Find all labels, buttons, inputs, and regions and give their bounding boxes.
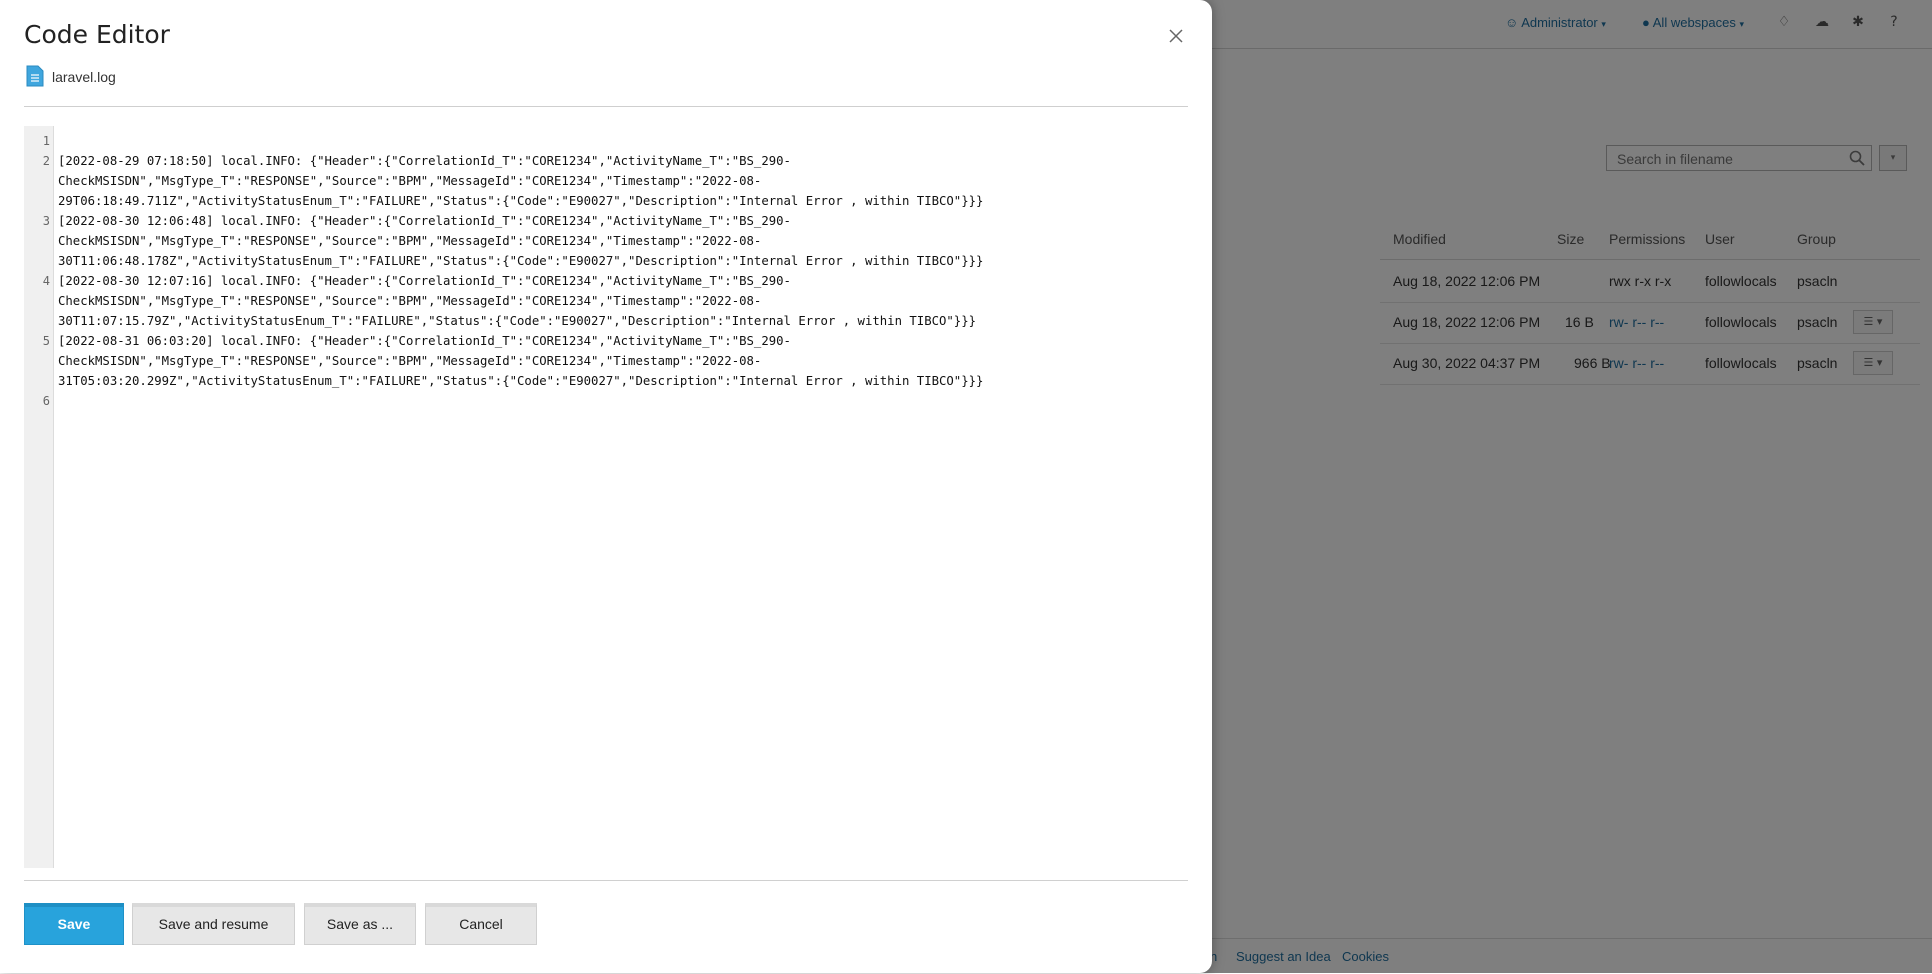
cancel-button[interactable]: Cancel — [425, 903, 537, 945]
code-editor-dialog: Code Editor laravel.log 1 2 3 4 5 6 [202… — [0, 0, 1212, 973]
line-number-gutter: 1 2 3 4 5 6 — [24, 126, 54, 868]
close-icon[interactable] — [1164, 24, 1188, 48]
code-line[interactable]: CheckMSISDN","MsgType_T":"RESPONSE","Sou… — [58, 291, 761, 311]
code-editor-area[interactable]: 1 2 3 4 5 6 [2022-08-29 07:18:50] local.… — [24, 126, 1188, 868]
code-line[interactable]: CheckMSISDN","MsgType_T":"RESPONSE","Sou… — [58, 351, 761, 371]
file-name: laravel.log — [52, 69, 116, 85]
code-line[interactable]: [2022-08-30 12:07:16] local.INFO: {"Head… — [58, 271, 791, 291]
footer-divider — [24, 880, 1188, 881]
code-line[interactable]: 30T11:07:15.79Z","ActivityStatusEnum_T":… — [58, 311, 976, 331]
code-line[interactable]: 30T11:06:48.178Z","ActivityStatusEnum_T"… — [58, 251, 983, 271]
code-line[interactable]: [2022-08-30 12:06:48] local.INFO: {"Head… — [58, 211, 791, 231]
save-as-button[interactable]: Save as ... — [304, 903, 416, 945]
file-icon — [26, 65, 44, 87]
save-button[interactable]: Save — [24, 903, 124, 945]
header-divider — [24, 106, 1188, 107]
line-number: 6 — [42, 394, 50, 408]
dialog-title: Code Editor — [24, 20, 170, 49]
line-number: 4 — [42, 274, 50, 288]
code-line[interactable]: [2022-08-29 07:18:50] local.INFO: {"Head… — [58, 151, 791, 171]
code-line[interactable]: CheckMSISDN","MsgType_T":"RESPONSE","Sou… — [58, 171, 761, 191]
line-number: 2 — [42, 154, 50, 168]
code-line[interactable]: 29T06:18:49.711Z","ActivityStatusEnum_T"… — [58, 191, 983, 211]
code-line[interactable]: [2022-08-31 06:03:20] local.INFO: {"Head… — [58, 331, 791, 351]
line-number: 5 — [42, 334, 50, 348]
line-number: 3 — [42, 214, 50, 228]
save-and-resume-button[interactable]: Save and resume — [132, 903, 295, 945]
code-line[interactable]: CheckMSISDN","MsgType_T":"RESPONSE","Sou… — [58, 231, 761, 251]
code-line[interactable]: 31T05:03:20.299Z","ActivityStatusEnum_T"… — [58, 371, 983, 391]
line-number: 1 — [42, 134, 50, 148]
